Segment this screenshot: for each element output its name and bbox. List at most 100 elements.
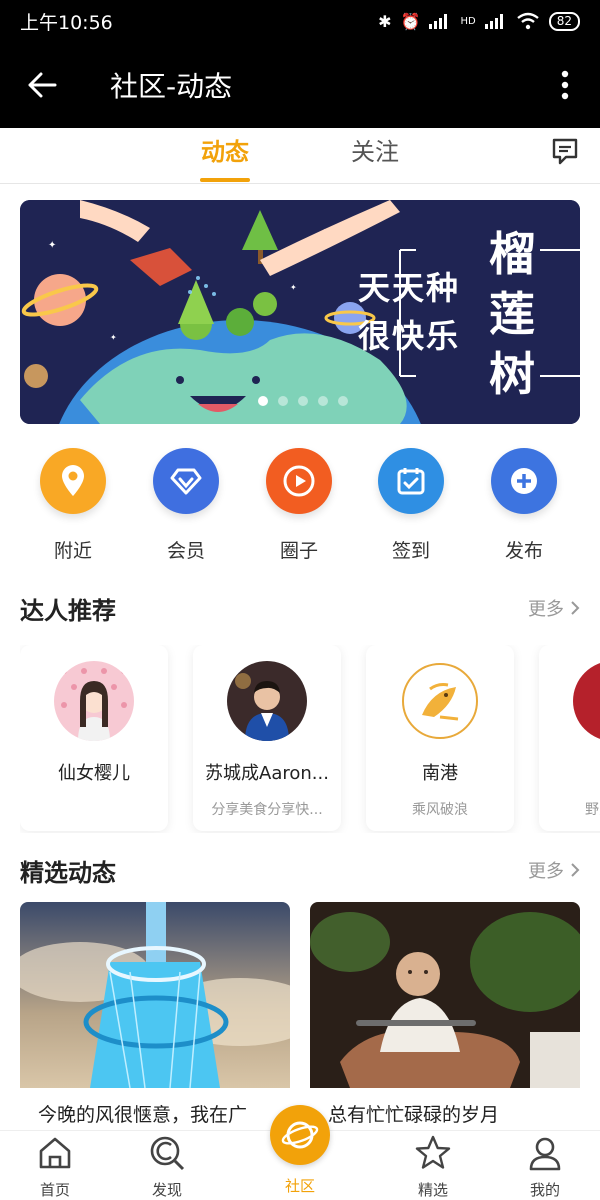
banner-slogan-line2: 很快乐: [358, 317, 461, 355]
carousel-dots: [258, 396, 348, 406]
post-image: [310, 902, 580, 1088]
nav-item-profile[interactable]: 我的: [500, 1131, 590, 1200]
message-icon: [552, 138, 578, 165]
post-text: 今晚的风很惬意，我在广: [38, 1104, 248, 1126]
alarm-icon: ⏰: [400, 11, 421, 31]
status-time: 上午10:56: [20, 11, 113, 34]
influencer-name: 苏城成Aaron...: [205, 763, 329, 784]
quick-entry-label: 圈子: [279, 540, 318, 562]
status-icons: ✱ ⏰ HD 82: [378, 11, 580, 31]
quick-entry-publish[interactable]: 发布: [469, 448, 579, 563]
influencer-card[interactable]: 小 野火烧不: [539, 645, 600, 831]
diamond-icon: [153, 448, 219, 514]
tab-indicator: [200, 178, 250, 182]
svg-text:✦: ✦: [290, 283, 297, 292]
influencer-name: 南港: [422, 763, 458, 784]
featured-post[interactable]: 总有忙忙碌碌的岁月: [310, 902, 580, 1132]
bluetooth-icon: ✱: [378, 11, 392, 31]
nav-label: 首页: [39, 1181, 70, 1199]
avatar: [227, 661, 307, 741]
quick-entry-label: 签到: [391, 540, 430, 562]
nav-item-discover[interactable]: 发现: [122, 1131, 212, 1200]
post-text: 总有忙忙碌碌的岁月: [328, 1104, 500, 1126]
carousel-dot[interactable]: [278, 396, 288, 406]
influencers-section-header: 达人推荐 更多: [20, 590, 580, 626]
svg-text:✦: ✦: [110, 333, 117, 342]
quick-entry-member[interactable]: 会员: [131, 448, 241, 563]
svg-text:✦: ✦: [48, 240, 56, 251]
chevron-right-icon: [571, 601, 580, 615]
chevron-right-icon: [571, 863, 580, 877]
nav-label: 发现: [151, 1181, 182, 1199]
avatar: [400, 661, 480, 741]
calendar-check-icon: [378, 448, 444, 514]
more-label: 更多: [528, 599, 564, 620]
battery-indicator: 82: [548, 11, 580, 31]
tab-bar: 动态 关注: [0, 128, 600, 184]
quick-entry-label: 会员: [166, 540, 205, 562]
promo-banner[interactable]: ✦ ✦ ✦ ✦ 天天种 很快乐 榴莲树: [20, 200, 580, 424]
influencer-card[interactable]: 南港 乘风破浪: [366, 645, 514, 831]
discover-icon: [150, 1136, 185, 1171]
influencer-desc: 野火烧不: [585, 802, 600, 818]
signal-icon: [429, 14, 448, 29]
more-link[interactable]: 更多: [528, 595, 580, 621]
wifi-icon: [516, 12, 539, 30]
influencer-name: 小: [539, 759, 600, 785]
avatar: [54, 661, 134, 741]
quick-entry-circle[interactable]: 圈子: [244, 448, 354, 563]
section-title: 精选动态: [20, 858, 116, 887]
more-label: 更多: [528, 861, 564, 882]
featured-section-header: 精选动态 更多: [20, 852, 580, 888]
tab-follow[interactable]: 关注: [325, 132, 425, 167]
featured-post[interactable]: 今晚的风很惬意，我在广: [20, 902, 290, 1132]
banner-slogan-line1: 天天种: [358, 269, 461, 307]
quick-entry-nearby[interactable]: 附近: [18, 448, 128, 563]
community-icon: [270, 1105, 330, 1165]
message-button[interactable]: [550, 136, 580, 166]
nav-item-community[interactable]: 社区: [255, 1105, 345, 1200]
quick-entry-label: 发布: [504, 540, 543, 562]
status-bar: 上午10:56 ✱ ⏰ HD 82: [0, 0, 600, 42]
quick-entry-row: 附近 会员 圈子 签到 发布: [0, 448, 600, 568]
nav-label: 精选: [417, 1181, 448, 1199]
nav-label: 社区: [284, 1177, 315, 1195]
post-image: [20, 902, 290, 1089]
home-icon: [39, 1137, 71, 1169]
quick-entry-label: 附近: [53, 540, 92, 562]
tab-dynamic[interactable]: 动态: [175, 132, 275, 167]
signal-icon-2: [484, 14, 503, 29]
carousel-dot[interactable]: [318, 396, 328, 406]
carousel-dot[interactable]: [338, 396, 348, 406]
star-icon: [415, 1135, 451, 1169]
section-title: 达人推荐: [20, 596, 116, 625]
nav-item-featured[interactable]: 精选: [388, 1131, 478, 1200]
play-circle-icon: [266, 448, 332, 514]
banner-slogan: 天天种 很快乐: [358, 264, 460, 360]
banner-vertical-title: 榴莲树: [489, 227, 535, 401]
influencer-card[interactable]: 仙女樱儿: [20, 645, 168, 831]
back-button[interactable]: [0, 42, 84, 128]
user-icon: [529, 1137, 561, 1171]
influencer-desc: 分享美食分享快...: [211, 802, 323, 818]
page-title: 社区-动态: [110, 70, 233, 103]
nav-label: 我的: [529, 1181, 560, 1199]
carousel-dot[interactable]: [298, 396, 308, 406]
arrow-left-icon: [28, 72, 57, 98]
app-bar: 社区-动态: [0, 42, 600, 128]
nav-item-home[interactable]: 首页: [10, 1131, 100, 1200]
more-vertical-icon: [561, 70, 569, 100]
influencer-list: 仙女樱儿 苏城成Aaron... 分享美食分享快... 南港 乘风破浪 小 野火…: [20, 645, 600, 833]
influencer-desc: 乘风破浪: [412, 802, 468, 818]
bottom-navigation: 首页 发现 社区 精选 我的: [0, 1105, 600, 1200]
more-link[interactable]: 更多: [528, 857, 580, 883]
location-pin-icon: [40, 448, 106, 514]
overflow-menu-button[interactable]: [530, 42, 600, 128]
carousel-dot-active[interactable]: [258, 396, 268, 406]
influencer-card[interactable]: 苏城成Aaron... 分享美食分享快...: [193, 645, 341, 831]
influencer-name: 仙女樱儿: [58, 763, 130, 784]
avatar: [573, 661, 600, 741]
quick-entry-checkin[interactable]: 签到: [356, 448, 466, 563]
plus-icon: [491, 448, 557, 514]
hd-badge: HD: [460, 15, 476, 27]
